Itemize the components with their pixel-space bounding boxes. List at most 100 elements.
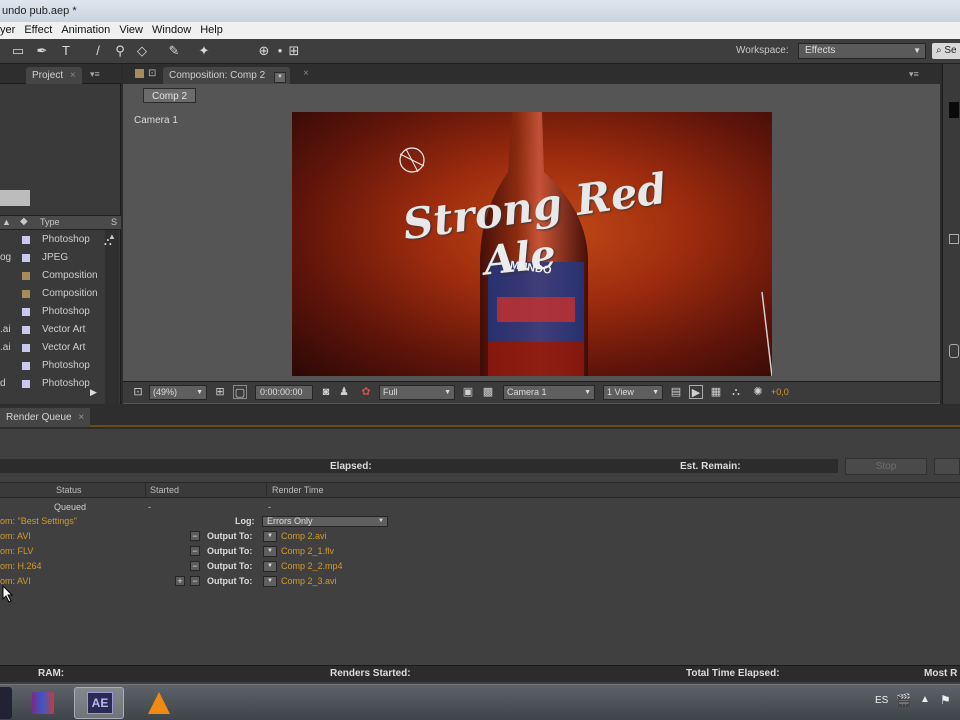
start-button[interactable]: [0, 687, 12, 719]
output-module-link[interactable]: om: AVI: [0, 574, 31, 589]
panel-menu-icon[interactable]: ▾≡: [90, 69, 100, 80]
started-column-header[interactable]: Started: [150, 485, 179, 495]
text-tool-icon[interactable]: T: [58, 43, 74, 59]
log-select[interactable]: Errors Only ▼: [262, 516, 388, 527]
project-item-row[interactable]: og JPEG: [0, 249, 121, 267]
pause-button[interactable]: [934, 458, 960, 475]
language-indicator[interactable]: ES: [875, 695, 888, 706]
rectangle-tool-icon[interactable]: ▭: [10, 43, 26, 59]
exposure-icon[interactable]: ✺: [751, 385, 765, 399]
composition-viewer[interactable]: Strong Red Ale MUNDO: [292, 112, 772, 376]
remove-output-module-button[interactable]: −: [190, 576, 200, 586]
project-item-row[interactable]: .ai Vector Art: [0, 321, 121, 339]
label-color-swatch[interactable]: [22, 380, 30, 388]
output-file-link[interactable]: Comp 2_3.avi: [281, 574, 337, 589]
size-column-header[interactable]: S: [111, 217, 117, 227]
queue-item-row[interactable]: Queued - -: [0, 500, 960, 515]
remove-output-module-button[interactable]: −: [190, 531, 200, 541]
output-to-dropdown[interactable]: ▼: [263, 561, 277, 572]
column-divider[interactable]: [145, 483, 146, 497]
label-color-swatch[interactable]: [22, 344, 30, 352]
project-item-row[interactable]: Composition: [0, 285, 121, 303]
puppet-tool-icon[interactable]: ✦: [196, 43, 212, 59]
menu-animation[interactable]: Animation: [61, 22, 116, 39]
add-output-module-button[interactable]: +: [175, 576, 185, 586]
search-help-input[interactable]: ⌕ Se: [932, 43, 960, 59]
label-color-swatch[interactable]: [22, 326, 30, 334]
grid-guides-icon[interactable]: ⊞: [213, 385, 227, 399]
render-time-column-header[interactable]: Render Time: [272, 485, 324, 495]
project-item-row[interactable]: d Photoshop: [0, 375, 121, 393]
close-icon[interactable]: ×: [303, 68, 309, 79]
output-file-link[interactable]: Comp 2.avi: [281, 529, 327, 544]
output-module-link[interactable]: om: H.264: [0, 559, 42, 574]
camera-view-select[interactable]: Camera 1 ▼: [503, 385, 595, 400]
sort-arrow-icon[interactable]: ▲: [2, 217, 11, 227]
panel-menu-icon[interactable]: ▾≡: [909, 69, 919, 80]
clone-stamp-tool-icon[interactable]: ⚲: [112, 43, 128, 59]
label-color-swatch[interactable]: [22, 272, 30, 280]
lock-icon[interactable]: ⊡: [148, 68, 156, 79]
project-item-row[interactable]: .ai Vector Art: [0, 339, 121, 357]
remove-output-module-button[interactable]: −: [190, 546, 200, 556]
current-time-field[interactable]: 0:00:00:00: [255, 385, 313, 400]
label-color-swatch[interactable]: [22, 362, 30, 370]
label-color-swatch[interactable]: [22, 236, 30, 244]
type-column-header[interactable]: Type: [40, 217, 60, 227]
action-center-flag-icon[interactable]: ⚑: [940, 693, 951, 707]
flowchart-icon[interactable]: ⛬: [729, 385, 743, 399]
status-column-header[interactable]: Status: [56, 485, 82, 495]
stop-button[interactable]: Stop: [845, 458, 927, 475]
tab-project[interactable]: Project ×: [26, 67, 82, 84]
view-layout-select[interactable]: 1 View ▼: [603, 385, 663, 400]
fast-previews-icon[interactable]: ▶: [689, 385, 703, 399]
tray-arrow-icon[interactable]: ▲: [920, 694, 930, 705]
tab-composition[interactable]: Composition: Comp 2 ▼: [163, 67, 290, 84]
winrar-taskbar-icon[interactable]: [18, 687, 68, 719]
project-item-row[interactable]: Composition: [0, 267, 121, 285]
menu-help[interactable]: Help: [200, 22, 229, 39]
after-effects-taskbar-icon[interactable]: AE: [74, 687, 124, 719]
color-channels-icon[interactable]: ✿: [359, 385, 373, 399]
render-settings-link[interactable]: om: "Best Settings": [0, 514, 77, 529]
output-file-link[interactable]: Comp 2_1.flv: [281, 544, 334, 559]
eraser-tool-icon[interactable]: ◇: [134, 43, 150, 59]
comp-dropdown-icon[interactable]: ▼: [273, 72, 286, 83]
output-to-dropdown[interactable]: ▼: [263, 576, 277, 587]
project-item-row[interactable]: Photoshop: [0, 231, 121, 249]
brush-tool-icon[interactable]: /: [90, 43, 106, 59]
output-module-link[interactable]: om: FLV: [0, 544, 33, 559]
project-item-row[interactable]: Photoshop: [0, 357, 121, 375]
label-color-swatch[interactable]: [22, 308, 30, 316]
output-module-link[interactable]: om: AVI: [0, 529, 31, 544]
mask-visibility-icon[interactable]: ▢: [233, 385, 247, 399]
magnification-select[interactable]: (49%) ▼: [149, 385, 207, 400]
world-axis-icon[interactable]: ⊞: [286, 43, 302, 59]
snapshot-camera-icon[interactable]: ◙: [319, 385, 333, 399]
output-to-dropdown[interactable]: ▼: [263, 531, 277, 542]
output-file-link[interactable]: Comp 2_2.mp4: [281, 559, 343, 574]
roto-brush-tool-icon[interactable]: ✎: [166, 43, 182, 59]
show-snapshot-icon[interactable]: ♟: [337, 385, 351, 399]
output-to-dropdown[interactable]: ▼: [263, 546, 277, 557]
remove-output-module-button[interactable]: −: [190, 561, 200, 571]
vlc-taskbar-icon[interactable]: [134, 687, 184, 719]
transparency-grid-icon[interactable]: ▩: [481, 385, 495, 399]
label-color-swatch[interactable]: [22, 290, 30, 298]
axis-mode-icon[interactable]: ⊕: [256, 43, 272, 59]
search-icon[interactable]: [949, 344, 959, 358]
tray-camera-icon[interactable]: 🎬: [896, 693, 911, 707]
magnify-icon[interactable]: ⊡: [131, 385, 145, 399]
exposure-value[interactable]: +0,0: [771, 387, 789, 397]
timeline-icon[interactable]: ▦: [709, 385, 723, 399]
column-divider[interactable]: [266, 483, 267, 497]
3d-text-line2[interactable]: Ale: [482, 230, 558, 284]
project-item-row[interactable]: Photoshop: [0, 303, 121, 321]
close-icon[interactable]: ×: [70, 70, 76, 81]
label-color-swatch[interactable]: [22, 254, 30, 262]
menu-effect[interactable]: Effect: [24, 22, 58, 39]
pen-tool-icon[interactable]: ✒: [34, 43, 50, 59]
resolution-select[interactable]: Full ▼: [379, 385, 455, 400]
comp-navigator-tab[interactable]: Comp 2: [143, 88, 197, 103]
region-of-interest-icon[interactable]: ▣: [461, 385, 475, 399]
